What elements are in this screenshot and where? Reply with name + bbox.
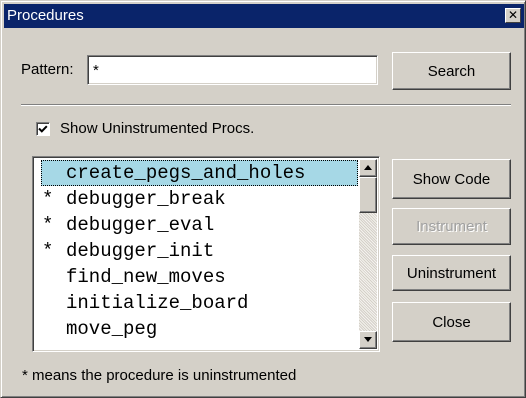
uninstrument-button[interactable]: Uninstrument [392,255,511,291]
list-item[interactable]: initialize_board [37,290,357,316]
instrument-button: Instrument [392,208,511,245]
search-button[interactable]: Search [392,52,511,90]
footnote: * means the procedure is uninstrumented [22,367,297,384]
list-item[interactable]: * debugger_init [37,238,357,264]
arrow-down-icon [364,337,372,342]
procedure-name: move_peg [66,318,158,340]
list-item[interactable]: * debugger_eval [37,212,357,238]
scroll-up-button[interactable] [359,159,377,177]
window-title: Procedures [7,7,84,24]
list-item-selected[interactable]: create_pegs_and_holes [37,160,358,186]
procedure-name: initialize_board [66,292,249,314]
show-uninstrumented-label[interactable]: Show Uninstrumented Procs. [60,120,254,138]
list-item[interactable]: move_peg [37,316,357,342]
show-code-button[interactable]: Show Code [392,159,511,199]
pattern-label: Pattern: [21,61,74,78]
close-button[interactable]: Close [392,302,511,342]
list-item[interactable]: * debugger_break [37,186,357,212]
procedure-name: debugger_init [66,240,215,262]
arrow-up-icon [364,165,372,170]
close-window-button[interactable]: ✕ [505,8,521,23]
uninstrumented-mark: * [42,214,54,236]
check-icon [38,125,48,133]
scroll-thumb[interactable] [359,177,377,213]
close-icon: ✕ [507,8,519,22]
procedures-dialog: Procedures ✕ Pattern: Search Show Uninst… [0,0,526,398]
list-scrollbar[interactable] [359,159,377,349]
procedure-name: debugger_break [66,188,226,210]
procedure-name: debugger_eval [66,214,215,236]
procedure-name: find_new_moves [66,266,226,288]
title-bar[interactable]: Procedures ✕ [4,4,524,28]
uninstrumented-mark: * [42,240,54,262]
uninstrumented-mark: * [42,188,54,210]
procedure-list: create_pegs_and_holes * debugger_break * deb… [37,160,358,342]
scroll-down-button[interactable] [359,331,377,349]
show-uninstrumented-checkbox[interactable] [36,122,50,136]
procedure-listbox[interactable]: create_pegs_and_holes * debugger_break * deb… [32,156,380,352]
procedure-name: create_pegs_and_holes [66,162,306,184]
pattern-input[interactable] [87,55,378,85]
list-item[interactable]: find_new_moves [37,264,357,290]
